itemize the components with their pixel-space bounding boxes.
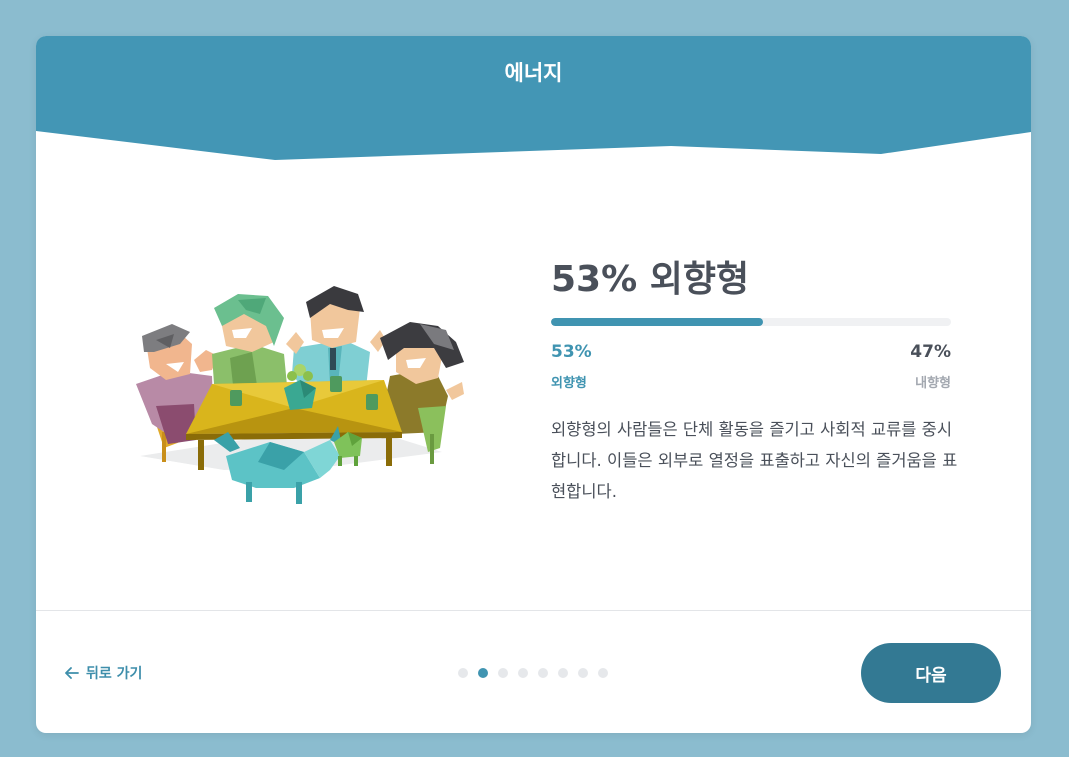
pagination-dots	[458, 668, 608, 678]
introversion-percent: 47%	[910, 342, 951, 362]
back-button[interactable]: 뒤로 가기	[65, 663, 142, 683]
page-title: 에너지	[504, 61, 563, 85]
arrow-left-icon	[65, 667, 79, 679]
pagination-dot[interactable]	[518, 668, 528, 678]
pagination-dot[interactable]	[498, 668, 508, 678]
back-button-label: 뒤로 가기	[86, 666, 143, 682]
pagination-dot[interactable]	[598, 668, 608, 678]
next-button[interactable]: 다음	[861, 643, 1001, 703]
result-card: 에너지 53% 외향형 53% 47% 외향형 내향형 외향형의 사람들은 단체…	[36, 36, 1031, 733]
extraversion-percent: 53%	[551, 342, 592, 362]
pagination-dot[interactable]	[538, 668, 548, 678]
result-description: 외향형의 사람들은 단체 활동을 즐기고 사회적 교류를 중시합니다. 이들은 …	[551, 420, 958, 501]
extraversion-label: 외향형	[551, 376, 587, 391]
introversion-label: 내향형	[915, 376, 951, 391]
pagination-dot[interactable]	[558, 668, 568, 678]
result-title: 53% 외향형	[551, 259, 750, 300]
pagination-dot[interactable]	[458, 668, 468, 678]
group-table-illustration	[136, 286, 464, 504]
pagination-dot[interactable]	[578, 668, 588, 678]
pagination-dot[interactable]	[478, 668, 488, 678]
extraversion-progress-bar	[551, 318, 951, 326]
progress-fill	[551, 318, 763, 326]
footer-divider	[36, 610, 1031, 611]
